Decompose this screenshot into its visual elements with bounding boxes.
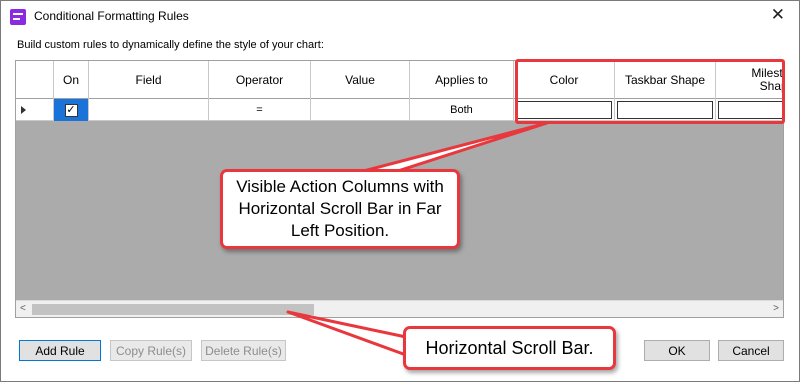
- on-checkbox[interactable]: ✓: [64, 103, 78, 117]
- column-header-field[interactable]: Field: [89, 61, 209, 99]
- column-header-color[interactable]: Color: [514, 61, 615, 99]
- ok-button[interactable]: OK: [644, 340, 710, 361]
- add-rule-button[interactable]: Add Rule: [19, 340, 101, 361]
- copy-rules-button[interactable]: Copy Rule(s): [110, 340, 192, 361]
- column-header-taskbar-shape[interactable]: Taskbar Shape: [615, 61, 716, 99]
- close-icon[interactable]: ✕: [771, 5, 785, 25]
- conditional-formatting-app-icon: [10, 9, 26, 25]
- cell-applies-to[interactable]: Both: [410, 99, 514, 121]
- scroll-thumb[interactable]: [32, 304, 314, 315]
- cell-milestone-shape[interactable]: [716, 99, 783, 121]
- cell-color[interactable]: [514, 99, 615, 121]
- cell-operator[interactable]: =: [209, 99, 311, 121]
- current-row-arrow-icon: [21, 106, 26, 114]
- scroll-left-icon[interactable]: <: [20, 303, 26, 314]
- conditional-formatting-dialog: Conditional Formatting Rules ✕ Build cus…: [0, 0, 800, 382]
- callout-scroll-bar: Horizontal Scroll Bar.: [403, 326, 616, 370]
- table-row[interactable]: ✓ = Both: [16, 99, 783, 121]
- scroll-bar-pointer: [286, 310, 408, 357]
- column-header-row-selector: [16, 61, 54, 99]
- column-header-milestone-shape[interactable]: Milestone Shape: [716, 61, 783, 99]
- horizontal-scroll-bar[interactable]: < >: [16, 300, 783, 317]
- scroll-right-icon[interactable]: >: [773, 303, 779, 314]
- title-bar: Conditional Formatting Rules ✕: [1, 1, 799, 31]
- window-title: Conditional Formatting Rules: [34, 9, 189, 23]
- callout-action-columns: Visible Action Columns with Horizontal S…: [220, 169, 460, 249]
- column-header-value[interactable]: Value: [311, 61, 410, 99]
- row-selector[interactable]: [16, 99, 54, 121]
- dialog-description: Build custom rules to dynamically define…: [17, 39, 324, 51]
- cell-on[interactable]: ✓: [54, 99, 89, 121]
- cancel-button[interactable]: Cancel: [718, 340, 784, 361]
- column-header-applies-to[interactable]: Applies to: [410, 61, 514, 99]
- cell-value[interactable]: [311, 99, 410, 121]
- cell-taskbar-shape[interactable]: [615, 99, 716, 121]
- delete-rules-button[interactable]: Delete Rule(s): [201, 340, 286, 361]
- column-header-operator[interactable]: Operator: [209, 61, 311, 99]
- grid-header: On Field Operator Value Applies to Color…: [16, 61, 783, 99]
- cell-field[interactable]: [89, 99, 209, 121]
- column-header-on[interactable]: On: [54, 61, 89, 99]
